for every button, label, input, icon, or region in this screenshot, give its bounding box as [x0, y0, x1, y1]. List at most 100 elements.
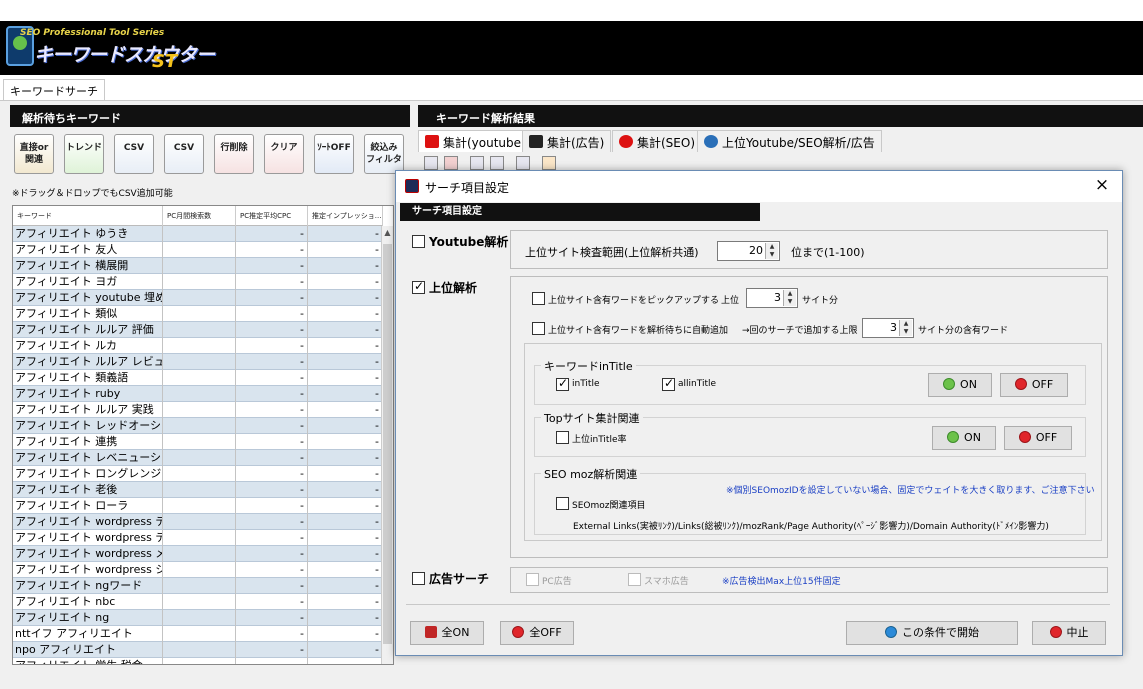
table-row[interactable]: アフィリエイト youtube 埋め込... -- [13, 290, 383, 306]
table-row[interactable]: アフィリエイト 類義語 - - [13, 370, 383, 386]
monthly-cell [163, 274, 236, 290]
table-row[interactable]: アフィリエイト wordpress シリ... -- [13, 562, 383, 578]
col-pc-cpc[interactable]: PC推定平均CPC [236, 206, 308, 226]
table-row[interactable]: アフィリエイト 友人 - - [13, 242, 383, 258]
moz-checkbox[interactable] [556, 497, 569, 510]
globe-icon [704, 135, 718, 148]
off-icon [512, 626, 525, 638]
table-row[interactable]: アフィリエイト wordpress テー... -- [13, 514, 383, 530]
csv-export-icon[interactable]: CSV [164, 134, 204, 174]
range-spinner[interactable]: 20 ▲ ▼ [717, 241, 780, 261]
youtube-analysis-checkbox[interactable] [412, 235, 425, 248]
table-row[interactable]: アフィリエイト 横展開 - - [13, 258, 383, 274]
table-row[interactable]: アフィリエイト ルルア 評価 - - [13, 322, 383, 338]
col-keyword[interactable]: キーワード [13, 206, 163, 226]
monthly-cell [163, 562, 236, 578]
all-on-button[interactable]: 全ON [410, 621, 484, 645]
impressions-cell: - [308, 274, 383, 290]
sort-off-icon[interactable]: ｿｰﾄOFF [314, 134, 354, 174]
cpc-cell: - [236, 274, 308, 290]
cpc-cell: - [236, 322, 308, 338]
table-row[interactable]: nttイフ アフィリエイト - - [13, 626, 383, 642]
cpc-cell: - [236, 370, 308, 386]
clear-icon[interactable]: クリア [264, 134, 304, 174]
csv-import-icon[interactable]: CSV [114, 134, 154, 174]
table-row[interactable]: npo アフィリエイト - - [13, 642, 383, 658]
table-row[interactable]: アフィリエイト レッドオーシャン -- [13, 418, 383, 434]
close-icon[interactable]: × [1091, 175, 1113, 195]
monthly-cell [163, 658, 236, 664]
pickup-spinner[interactable]: 3 ▲ ▼ [746, 288, 798, 308]
off-icon [1014, 378, 1027, 390]
filter-icon[interactable]: 絞込み フィルタ [364, 134, 404, 174]
tab-top-analysis[interactable]: 上位Youtube/SEO解析/広告 [697, 130, 882, 152]
table-row[interactable]: アフィリエイト ゆうき - - [13, 226, 383, 242]
topsite-title: Topサイト集計関連 [541, 410, 643, 426]
table-row[interactable]: アフィリエイト ルカ - - [13, 338, 383, 354]
chart-icon[interactable] [516, 156, 530, 170]
table-row[interactable]: アフィリエイト ngワード - - [13, 578, 383, 594]
copy-icon[interactable] [470, 156, 484, 170]
keyword-cell: nttイフ アフィリエイト [13, 626, 163, 642]
ad-icon [529, 135, 543, 148]
start-button[interactable]: この条件で開始 [846, 621, 1018, 645]
keyword-cell: アフィリエイト ロングレンジ [15, 466, 163, 482]
cancel-button[interactable]: 中止 [1032, 621, 1106, 645]
table-row[interactable]: アフィリエイト ロングレンジ - - [13, 466, 383, 482]
spin-updown-icon[interactable]: ▲ ▼ [765, 243, 778, 259]
pdf-icon[interactable] [444, 156, 458, 170]
scroll-thumb[interactable] [383, 244, 392, 644]
col-impressions[interactable]: 推定インプレッショ... [308, 206, 383, 226]
scroll-up-icon[interactable]: ▲ [382, 226, 393, 240]
table-row[interactable]: アフィリエイト wordpress メリット -- [13, 546, 383, 562]
pickup-checkbox[interactable] [532, 292, 545, 305]
spin-updown-icon[interactable]: ▲ ▼ [899, 320, 912, 336]
table-row[interactable]: アフィリエイト ルルア 実践 - - [13, 402, 383, 418]
sort-icon[interactable] [542, 156, 556, 170]
table-row[interactable]: アフィリエイト 学生 税金 -- [13, 658, 383, 664]
direct-related-icon[interactable]: 直接or 関連 [14, 134, 54, 174]
table-row[interactable]: アフィリエイト 老後 - - [13, 482, 383, 498]
table-row[interactable]: アフィリエイト ruby - - [13, 386, 383, 402]
topsite-on-button[interactable]: ON [932, 426, 996, 450]
row-delete-icon[interactable]: 行削除 [214, 134, 254, 174]
sp-ad-checkbox[interactable] [628, 573, 641, 586]
top-analysis-checkbox[interactable] [412, 279, 425, 294]
table-row[interactable]: アフィリエイト ルルア レビュー - - [13, 354, 383, 370]
allintitle-checkbox[interactable] [662, 376, 675, 391]
trend-icon[interactable]: トレンド [64, 134, 104, 174]
export-icon[interactable] [424, 156, 438, 170]
dialog-titlebar[interactable]: サーチ項目設定 × [396, 171, 1122, 202]
spin-updown-icon[interactable]: ▲ ▼ [783, 290, 796, 306]
auto-limit-spinner[interactable]: 3 ▲ ▼ [862, 318, 914, 338]
tab-seo-summary[interactable]: 集計(SEO) [612, 130, 703, 152]
keyword-table-header: キーワード PC月間検索数 PC推定平均CPC 推定インプレッショ... [13, 206, 383, 226]
tab-youtube-summary[interactable]: 集計(youtube) [418, 130, 533, 152]
table-row[interactable]: アフィリエイト ローラ - - [13, 498, 383, 514]
kw-off-button[interactable]: OFF [1000, 373, 1068, 397]
cpc-cell: - [236, 610, 308, 626]
ad-search-checkbox[interactable] [412, 572, 425, 585]
table-row[interactable]: アフィリエイト ng - - [13, 610, 383, 626]
pc-ad-checkbox[interactable] [526, 573, 539, 586]
intitle-checkbox[interactable] [556, 376, 569, 391]
col-pc-monthly[interactable]: PC月間検索数 [163, 206, 236, 226]
table-row[interactable]: アフィリエイト 類似 - - [13, 306, 383, 322]
impressions-cell: - [308, 642, 383, 658]
tab-keyword-search[interactable]: キーワードサーチ [3, 79, 105, 101]
monthly-cell [163, 482, 236, 498]
kw-on-button[interactable]: ON [928, 373, 992, 397]
intitle-rate-checkbox[interactable] [556, 431, 569, 444]
topsite-off-button[interactable]: OFF [1004, 426, 1072, 450]
table-row[interactable]: アフィリエイト レベニューシェア -- [13, 450, 383, 466]
auto-limit-suffix: サイト分の含有ワード [918, 326, 1009, 336]
auto-add-checkbox[interactable] [532, 322, 545, 335]
table-row[interactable]: アフィリエイト 連携 - - [13, 434, 383, 450]
table-row[interactable]: アフィリエイト ヨガ - - [13, 274, 383, 290]
keyword-scrollbar[interactable]: ▲ [381, 226, 393, 664]
all-off-button[interactable]: 全OFF [500, 621, 574, 645]
table-row[interactable]: アフィリエイト wordpress テー... -- [13, 530, 383, 546]
tab-ad-summary[interactable]: 集計(広告) [522, 130, 612, 152]
table-row[interactable]: アフィリエイト nbc - - [13, 594, 383, 610]
paste-icon[interactable] [490, 156, 504, 170]
